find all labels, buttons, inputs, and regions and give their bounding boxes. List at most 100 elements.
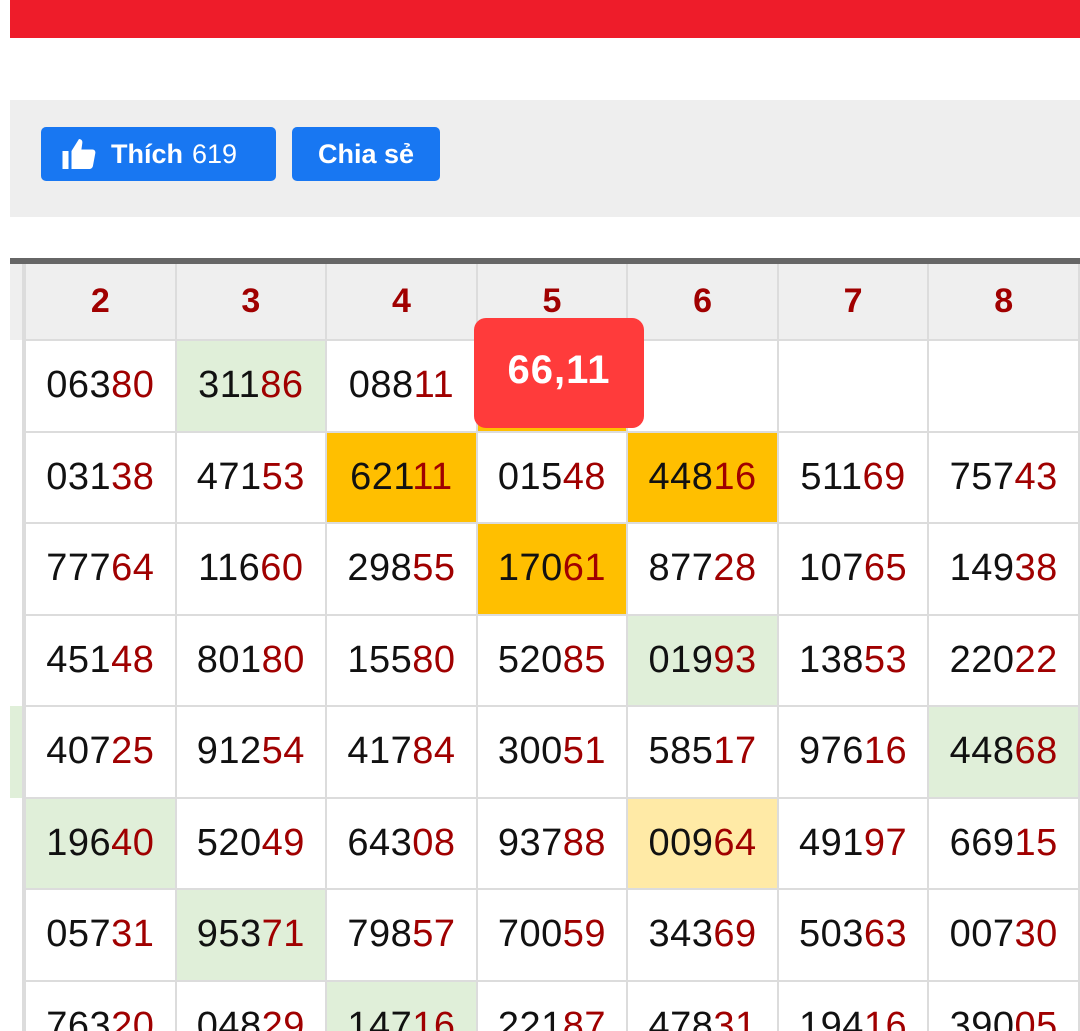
table-cell[interactable]: 39005: [927, 979, 1080, 1031]
table-cell[interactable]: [927, 339, 1080, 433]
table-cell[interactable]: 47831: [626, 979, 779, 1031]
table-cell[interactable]: 14938: [927, 522, 1080, 616]
cell-tail-digits: 80: [412, 638, 456, 681]
table-cell[interactable]: 41784: [325, 705, 478, 799]
table-row: 76320 04829 14716 22187 47831 19416 39005: [24, 979, 1080, 1031]
cell-head-digits: 196: [46, 821, 112, 864]
facebook-share-button[interactable]: Chia sẻ: [292, 127, 440, 181]
column-header: 7: [776, 264, 930, 341]
table-cell[interactable]: 79857: [325, 888, 478, 982]
cell-head-digits: 912: [196, 730, 262, 773]
table-cell[interactable]: 77764: [24, 522, 177, 616]
table-cell[interactable]: 13853: [776, 613, 930, 707]
table-cell[interactable]: 00964: [626, 796, 779, 890]
table-cell[interactable]: 91254: [174, 705, 328, 799]
cell-head-digits: 585: [648, 730, 714, 773]
column-header: 2: [24, 264, 177, 341]
cell-head-digits: 877: [648, 547, 714, 590]
cell-head-digits: 801: [196, 638, 262, 681]
value-tooltip: 66,11: [474, 318, 644, 428]
cell-tail-digits: 54: [261, 730, 305, 773]
table-cell[interactable]: 49197: [776, 796, 930, 890]
table-cell[interactable]: 15580: [325, 613, 478, 707]
column-header: 8: [927, 264, 1080, 341]
table-cell[interactable]: 05731: [24, 888, 177, 982]
cell-tail-digits: 25: [111, 730, 155, 773]
cell-head-digits: 057: [46, 913, 112, 956]
cell-tail-digits: 05: [1014, 1004, 1058, 1031]
cell-head-digits: 471: [196, 455, 262, 498]
table-cell[interactable]: 64308: [325, 796, 478, 890]
table-cell[interactable]: 31186: [174, 339, 328, 433]
table-cell[interactable]: 14716: [325, 979, 478, 1031]
table-cell[interactable]: 66915: [927, 796, 1080, 890]
table-cell[interactable]: 19640: [24, 796, 177, 890]
table-cell[interactable]: 34369: [626, 888, 779, 982]
table-cell[interactable]: 44816: [626, 430, 779, 524]
cell-head-digits: 149: [949, 547, 1015, 590]
cell-tail-digits: 57: [412, 913, 456, 956]
table-cell[interactable]: 17061: [475, 522, 629, 616]
cell-head-digits: 063: [46, 364, 112, 407]
table-cell[interactable]: 40725: [24, 705, 177, 799]
cell-head-digits: 311: [198, 364, 261, 407]
table-cell[interactable]: 87728: [626, 522, 779, 616]
cell-head-digits: 009: [648, 821, 714, 864]
facebook-like-button[interactable]: Thích 619: [41, 127, 276, 181]
table-cell[interactable]: 44868: [927, 705, 1080, 799]
table-cell[interactable]: 52085: [475, 613, 629, 707]
table-cell[interactable]: 00730: [927, 888, 1080, 982]
table-cell[interactable]: 11660: [174, 522, 328, 616]
table-cell[interactable]: 95371: [174, 888, 328, 982]
cell-tail-digits: 86: [260, 364, 304, 407]
table-cell[interactable]: 03138: [24, 430, 177, 524]
table-cell[interactable]: 58517: [626, 705, 779, 799]
table-cell[interactable]: 80180: [174, 613, 328, 707]
cell-head-digits: 763: [46, 1004, 112, 1031]
table-cell[interactable]: 50363: [776, 888, 930, 982]
cell-head-digits: 155: [347, 638, 413, 681]
cell-head-digits: 300: [497, 730, 563, 773]
cell-head-digits: 503: [799, 913, 864, 956]
cell-head-digits: 007: [949, 913, 1015, 956]
table-cell[interactable]: 19416: [776, 979, 930, 1031]
cell-head-digits: 019: [648, 638, 714, 681]
table-cell[interactable]: 93788: [475, 796, 629, 890]
table-cell[interactable]: 22022: [927, 613, 1080, 707]
table-cell[interactable]: 75743: [927, 430, 1080, 524]
table-cell[interactable]: 30051: [475, 705, 629, 799]
cell-tail-digits: 53: [261, 455, 305, 498]
cell-head-digits: 220: [949, 638, 1015, 681]
table-cell[interactable]: 29855: [325, 522, 478, 616]
share-label: Chia sẻ: [317, 138, 415, 169]
cell-head-digits: 798: [347, 913, 413, 956]
table-cell[interactable]: 01993: [626, 613, 779, 707]
table-cell[interactable]: 51169: [776, 430, 930, 524]
cell-tail-digits: 69: [713, 913, 757, 956]
table-cell[interactable]: 01548: [475, 430, 629, 524]
header-bar: [10, 0, 1080, 38]
cell-tail-digits: 29: [261, 1004, 305, 1031]
cell-tail-digits: 28: [713, 547, 757, 590]
cell-tail-digits: 93: [713, 638, 757, 681]
table-cell[interactable]: 62111: [325, 430, 478, 524]
table-cell[interactable]: [626, 339, 779, 433]
table-cell[interactable]: 70059: [475, 888, 629, 982]
cell-head-digits: 520: [196, 821, 262, 864]
cell-tail-digits: 16: [863, 730, 908, 773]
table-cell[interactable]: 10765: [776, 522, 930, 616]
table-cell[interactable]: 45148: [24, 613, 177, 707]
cell-head-digits: 700: [497, 913, 563, 956]
table-cell[interactable]: 97616: [776, 705, 930, 799]
table-cell[interactable]: 08811: [325, 339, 478, 433]
table-cell[interactable]: 22187: [475, 979, 629, 1031]
table-cell[interactable]: [776, 339, 930, 433]
table-row: 19640 52049 64308 93788 00964 49197 66915: [24, 796, 1080, 890]
page-frame: Thích 619 Chia sẻ 2345678 06380 31186 0881…: [10, 0, 1080, 1031]
table-cell[interactable]: 04829: [174, 979, 328, 1031]
table-cell[interactable]: 52049: [174, 796, 328, 890]
table-cell[interactable]: 47153: [174, 430, 328, 524]
like-count: 619: [192, 138, 238, 169]
table-cell[interactable]: 06380: [24, 339, 177, 433]
table-cell[interactable]: 76320: [24, 979, 177, 1031]
